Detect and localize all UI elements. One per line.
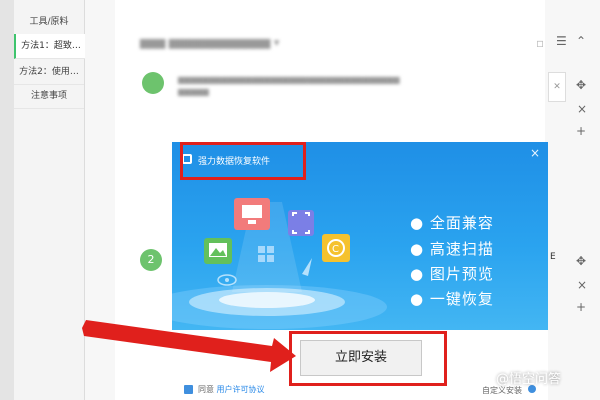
step-badge-1 — [142, 72, 164, 94]
move-icon-2[interactable]: ✥ — [576, 254, 586, 268]
sidebar-item-notes[interactable]: 注意事项 — [14, 84, 84, 109]
sidebar-item-method1[interactable]: 方法1：超致… — [14, 34, 86, 59]
agree-checkbox[interactable] — [184, 385, 193, 394]
sidebar-item-method2[interactable]: 方法2：使用… — [14, 60, 84, 85]
dialog-close-icon[interactable]: × — [530, 146, 540, 160]
highlight-install-box — [289, 331, 447, 386]
move-icon[interactable]: ✥ — [576, 78, 586, 92]
blurred-step-text: ▆▆▆▆▆▆▆▆▆▆▆▆▆▆▆▆▆▆▆▆▆▆▆▆▆▆▆▆▆▆▆▆▆▆▆▆ ▆▆▆▆… — [178, 75, 400, 96]
watermark: @悟空问答 — [496, 372, 562, 387]
svg-text:C: C — [332, 244, 339, 255]
add-icon-2[interactable]: + — [576, 300, 586, 314]
blurred-heading: ▆▆▆ ▆▆▆▆▆▆▆▆▆▆▆▆ ▾ — [140, 36, 280, 49]
feature-fast-scan: ● 高速扫描 — [410, 240, 494, 258]
expand-icon[interactable]: ⌃ — [576, 34, 586, 48]
image-icon[interactable]: ▫ — [536, 36, 544, 50]
highlight-title-box — [180, 142, 306, 180]
sidebar-item-tools[interactable]: 工具/原料 — [14, 10, 84, 35]
feature-preview: ● 图片预览 — [410, 265, 494, 283]
close-icon-2[interactable]: × — [577, 278, 587, 292]
image-thumbnail[interactable]: ✕ — [548, 72, 566, 102]
close-icon[interactable]: × — [577, 102, 587, 116]
window-edge — [0, 0, 14, 400]
agree-label: 同意 用户许可协议 — [198, 384, 265, 395]
license-link[interactable]: 用户许可协议 — [217, 385, 265, 394]
sidebar: 工具/原料 方法1：超致… 方法2：使用… 注意事项 — [14, 0, 86, 400]
feature-one-click: ● 一键恢复 — [410, 290, 494, 308]
add-icon[interactable]: + — [576, 124, 586, 138]
menu-icon[interactable]: ☰ — [556, 34, 567, 48]
text-cursor: E — [550, 252, 556, 262]
step-badge-2: 2 — [140, 249, 162, 271]
feature-compatible: ● 全面兼容 — [410, 214, 494, 232]
agree-prefix: 同意 — [198, 385, 214, 394]
